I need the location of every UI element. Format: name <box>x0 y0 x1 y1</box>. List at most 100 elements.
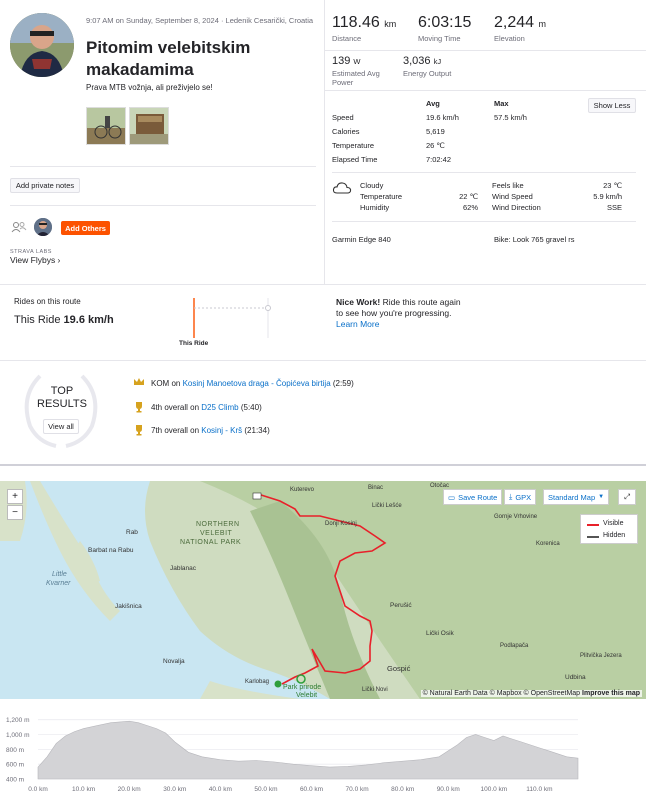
route-chart-label: This Ride <box>179 340 209 347</box>
x-tick-label: 20.0 km <box>118 786 141 793</box>
group-icon <box>11 221 27 235</box>
x-tick-label: 30.0 km <box>163 786 186 793</box>
zoom-in-button[interactable]: + <box>7 489 23 504</box>
x-tick-label: 90.0 km <box>437 786 460 793</box>
result-item: 4th overall on D25 Climb (5:40) <box>151 403 262 412</box>
feels-like-value: 23 ℃ <box>603 181 622 190</box>
bookmark-icon: ▭ <box>448 492 456 502</box>
cloud-icon <box>332 181 352 197</box>
map-legend: Visible Hidden <box>580 514 638 544</box>
kom-icon <box>133 377 144 387</box>
map-canvas <box>0 481 646 699</box>
y-tick-label: 1,200 m <box>6 717 30 724</box>
wind-speed-label: Wind Speed <box>492 192 533 201</box>
divider <box>0 360 646 361</box>
power-label: Estimated Avg Power <box>332 69 380 87</box>
divider <box>332 172 636 173</box>
energy-label: Energy Output <box>403 69 452 78</box>
save-route-button[interactable]: ▭ Save Route <box>443 489 503 505</box>
distance-value: 118.46 km <box>332 14 397 31</box>
map-attribution: © Natural Earth Data © Mapbox © OpenStre… <box>420 690 642 697</box>
route-map[interactable]: NORTHERN VELEBIT NATIONAL PARK Rab Barba… <box>0 481 646 699</box>
energy-value: 3,036 kJ <box>403 55 442 67</box>
divider <box>10 166 316 167</box>
x-tick-label: 0.0 km <box>28 786 48 793</box>
elevation-label: Elevation <box>494 34 525 43</box>
gpx-button[interactable]: ⤓ GPX <box>504 489 537 505</box>
fullscreen-button[interactable]: ⤢ <box>618 489 636 505</box>
view-all-button[interactable]: View all <box>43 419 79 434</box>
elevation-chart[interactable]: 1,200 m 1,000 m 800 m 600 m 400 m 0.0 km 10.0 … <box>0 704 646 800</box>
activity-datetime-text: 9:07 AM on Sunday, September 8, 2024 <box>86 16 219 25</box>
show-less-button[interactable]: Show Less <box>588 98 636 113</box>
result-item: 7th overall on Kosinj - Krš (21:34) <box>151 426 270 435</box>
activity-photo-1[interactable] <box>86 107 126 145</box>
device-name: Garmin Edge 840 <box>332 235 391 244</box>
x-tick-label: 10.0 km <box>72 786 95 793</box>
result-item: KOM on Kosinj Manoetova draga - Čopićeva… <box>151 379 354 388</box>
x-tick-label: 80.0 km <box>391 786 414 793</box>
view-flybys-link[interactable]: View Flybys › <box>10 255 60 265</box>
visible-swatch <box>587 524 599 526</box>
divider <box>0 464 646 466</box>
weather-temp-value: 22 ℃ <box>459 192 478 201</box>
x-tick-label: 40.0 km <box>209 786 232 793</box>
max-header: Max <box>494 99 509 108</box>
x-tick-label: 110.0 km <box>526 786 552 793</box>
nice-work-text: Nice Work! Ride this route again to see … <box>336 297 461 329</box>
segment-link[interactable]: Kosinj - Krš <box>201 426 242 435</box>
avg-header: Avg <box>426 99 440 108</box>
start-marker <box>274 680 282 688</box>
moving-time-label: Moving Time <box>418 34 461 43</box>
athlete-avatar[interactable] <box>10 13 74 77</box>
x-tick-label: 60.0 km <box>300 786 323 793</box>
zoom-out-button[interactable]: − <box>7 505 23 520</box>
add-private-notes-button[interactable]: Add private notes <box>10 178 80 193</box>
add-others-button[interactable]: Add Others <box>61 221 110 235</box>
wind-direction-value: SSE <box>606 203 622 212</box>
segment-link[interactable]: D25 Climb <box>201 403 238 412</box>
moving-time-value: 6:03:15 <box>418 14 472 31</box>
caret-down-icon: ▼ <box>598 494 605 500</box>
weather-temp-label: Temperature <box>360 192 403 201</box>
hidden-swatch <box>587 536 599 538</box>
y-tick-label: 400 m <box>6 777 24 784</box>
divider <box>332 221 636 222</box>
trophy-icon <box>133 401 143 413</box>
x-tick-label: 100.0 km <box>480 786 507 793</box>
map-type-select[interactable]: Standard Map ▼ <box>543 489 610 505</box>
y-tick-label: 800 m <box>6 747 24 754</box>
y-tick-label: 600 m <box>6 762 24 769</box>
activity-photo-2[interactable] <box>129 107 169 145</box>
elevation-svg: 1,200 m 1,000 m 800 m 600 m 400 m 0.0 km 10.0 … <box>6 717 579 793</box>
divider <box>324 90 646 91</box>
wind-speed-value: 5.9 km/h <box>593 192 622 201</box>
weather-humidity-value: 62% <box>462 203 478 212</box>
weather-condition: Cloudy <box>360 181 384 190</box>
group-member-avatar[interactable] <box>34 218 52 236</box>
finish-flag-icon <box>252 492 262 500</box>
elevation-area <box>37 720 579 780</box>
distance-label: Distance <box>332 34 362 43</box>
route-heading: Rides on this route <box>14 297 81 306</box>
trophy-icon <box>133 424 143 436</box>
feels-like-label: Feels like <box>492 181 524 190</box>
x-tick-label: 70.0 km <box>346 786 369 793</box>
learn-more-link[interactable]: Learn More <box>336 319 379 329</box>
divider <box>0 284 646 285</box>
activity-datetime: 9:07 AM on Sunday, September 8, 2024 · L… <box>86 16 314 25</box>
improve-map-link[interactable]: Improve this map <box>582 690 640 697</box>
route-point <box>265 305 271 311</box>
download-icon: ⤓ <box>509 492 513 501</box>
activity-title: Pitomim velebitskim makadamima <box>86 38 251 79</box>
weather-humidity-label: Humidity <box>360 203 390 212</box>
wind-direction-label: Wind Direction <box>492 203 541 212</box>
avatar-image <box>10 13 74 77</box>
segment-link[interactable]: Kosinj Manoetova draga - Čopićeva birtij… <box>183 379 331 388</box>
activity-location: Ledenik Cesarički, Croatia <box>225 16 314 25</box>
y-tick-label: 1,000 m <box>6 732 30 739</box>
x-tick-label: 50.0 km <box>254 786 277 793</box>
divider <box>324 50 646 51</box>
this-ride-summary: This Ride 19.6 km/h <box>14 314 114 326</box>
elevation-value: 2,244 m <box>494 14 546 31</box>
